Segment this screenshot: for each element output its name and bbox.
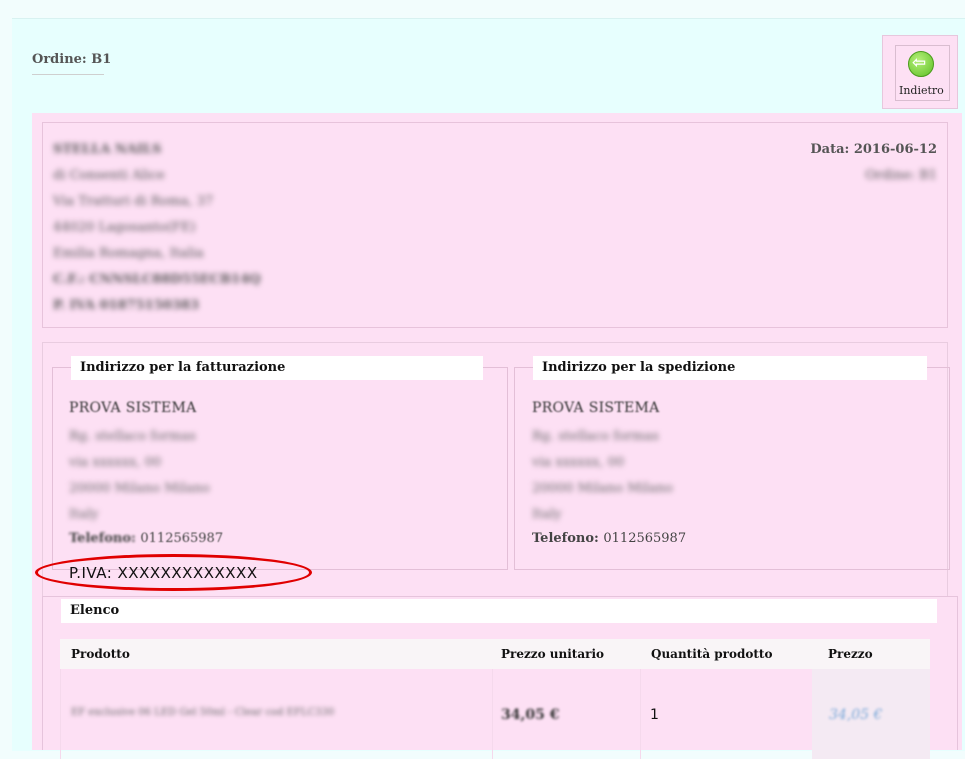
billing-line: 20000 Milano Milano [69, 481, 210, 496]
shipping-line: Italy [532, 507, 562, 522]
order-content: STELLA NAILS di Consenti Alice Via Tratt… [32, 113, 962, 759]
shipping-name: PROVA SISTEMA [532, 400, 660, 416]
back-arrow-icon: ⇦ [908, 51, 934, 77]
order-date-block: Data: 2016-06-12 Ordine: B1 [810, 137, 937, 189]
table-header: Prodotto Prezzo unitario Quantità prodot… [60, 639, 930, 669]
back-button-label: Indietro [899, 84, 944, 97]
billing-phone-label: Telefono: [69, 531, 136, 546]
billing-line: via xxxxxx, 00 [69, 455, 162, 470]
company-line: 44020 Lagosanto(FE) [53, 220, 196, 235]
column-quantity: Quantità prodotto [651, 647, 773, 661]
billing-legend: Indirizzo per la fatturazione [71, 356, 483, 380]
billing-phone-number: 0112565987 [140, 531, 224, 546]
column-price: Prezzo [828, 647, 873, 661]
row-unit-price: 34,05 € [501, 707, 560, 723]
shipping-line: Rg. stellaco formas [532, 429, 659, 444]
company-line: di Consenti Alice [53, 168, 165, 183]
shipping-phone-number: 0112565987 [603, 531, 687, 546]
company-tax-code: C.F.: CNNSLC88D55ECB14Q [53, 272, 261, 287]
shipping-legend: Indirizzo per la spedizione [533, 356, 927, 380]
shipping-line: 20000 Milano Milano [532, 481, 673, 496]
shipping-line: via xxxxxx, 00 [532, 455, 625, 470]
title-divider [32, 74, 104, 75]
company-line: Via Tratturi di Roma, 37 [53, 194, 214, 209]
billing-line: Rg. stellaco formas [69, 429, 196, 444]
list-legend: Elenco [61, 599, 937, 623]
billing-phone: Telefono: 0112565987 [69, 531, 223, 546]
billing-name: PROVA SISTEMA [69, 400, 197, 416]
shipping-phone: Telefono: 0112565987 [532, 531, 686, 546]
product-table: Prodotto Prezzo unitario Quantità prodot… [60, 639, 930, 759]
shipping-phone-label: Telefono: [532, 531, 599, 546]
order-date: Data: 2016-06-12 [810, 142, 937, 157]
back-button-inner[interactable]: ⇦ Indietro [895, 45, 950, 101]
billing-line: Italy [69, 507, 99, 522]
column-unit-price: Prezzo unitario [501, 647, 605, 661]
piva-text: P.IVA: XXXXXXXXXXXXX [69, 564, 258, 582]
page-title: Ordine: B1 [32, 52, 112, 67]
table-row: EF exclusive 06 LED Gel 50ml - Clear cod… [60, 669, 930, 759]
order-ref: Ordine: B1 [865, 168, 937, 183]
row-price: 34,05 € [829, 707, 883, 723]
row-product: EF exclusive 06 LED Gel 50ml - Clear cod… [71, 707, 335, 718]
back-button[interactable]: ⇦ Indietro [882, 35, 958, 109]
company-vat: P. IVA 01875150383 [53, 298, 199, 313]
shipping-lines: Rg. stellaco formas via xxxxxx, 00 20000… [532, 424, 673, 528]
billing-lines: Rg. stellaco formas via xxxxxx, 00 20000… [69, 424, 210, 528]
company-info-box: STELLA NAILS di Consenti Alice Via Tratt… [42, 122, 948, 328]
row-quantity: 1 [650, 707, 659, 723]
company-line: Emilia Romagna, Italia [53, 246, 204, 261]
column-product: Prodotto [71, 647, 130, 661]
company-address: STELLA NAILS di Consenti Alice Via Tratt… [53, 137, 261, 319]
company-name: STELLA NAILS [53, 142, 162, 157]
